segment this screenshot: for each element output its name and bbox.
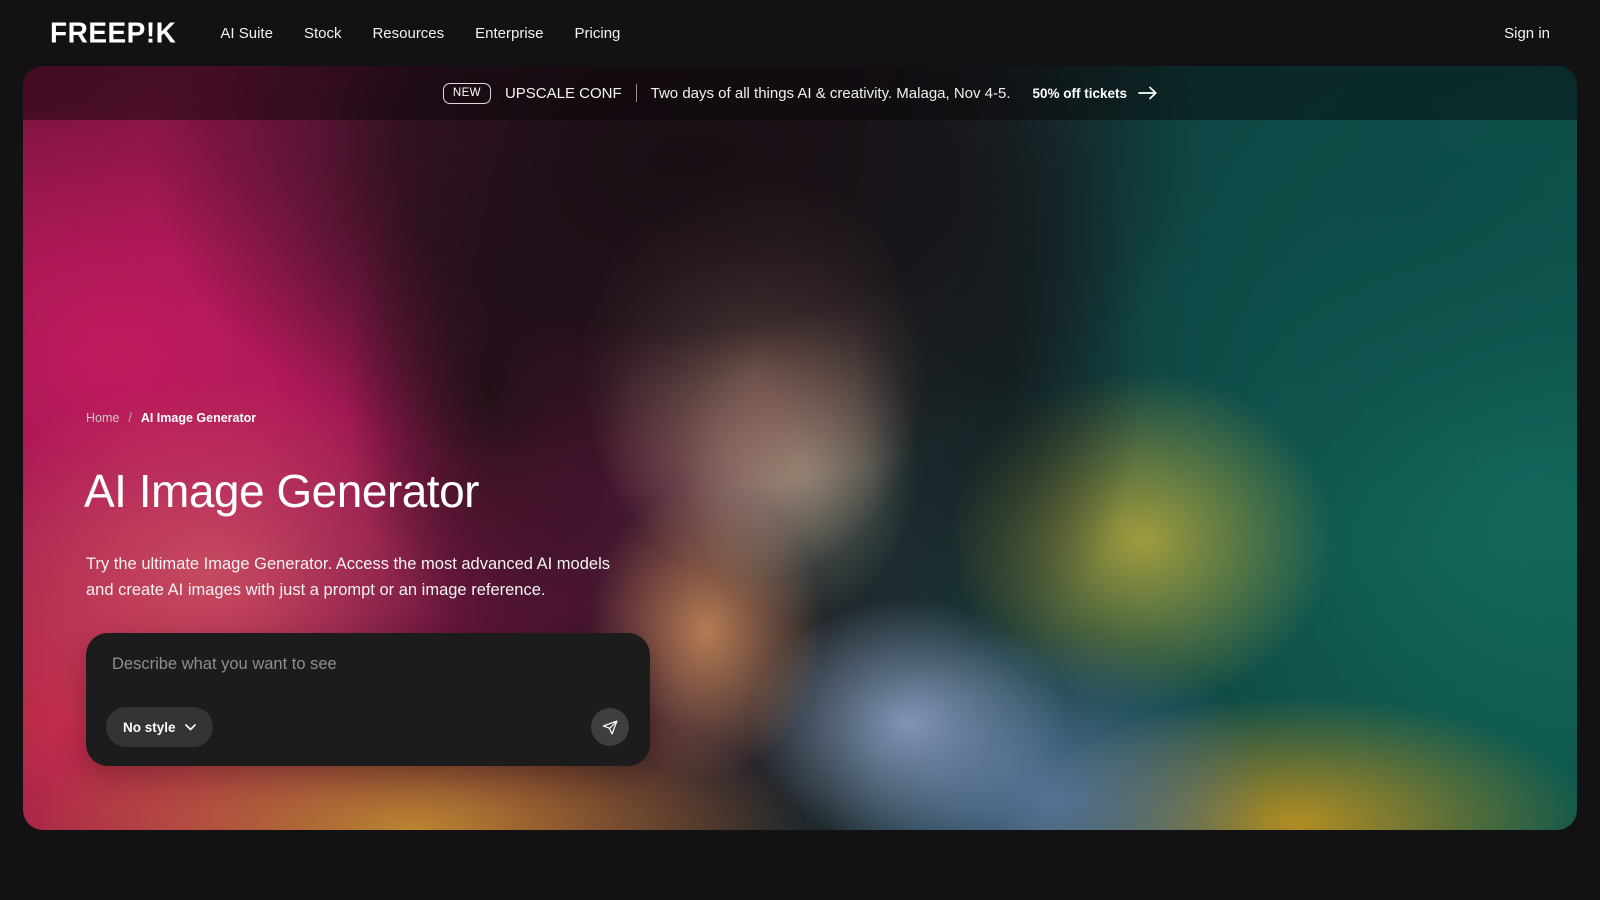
arrow-right-icon [1138, 86, 1157, 100]
banner-divider [636, 84, 637, 102]
nav-item-ai-suite[interactable]: AI Suite [220, 25, 273, 42]
hero-section: NEW UPSCALE CONF Two days of all things … [23, 66, 1577, 830]
breadcrumb-separator: / [128, 411, 131, 425]
freepik-logo[interactable]: FREEP!K [50, 16, 176, 49]
main-nav: AI Suite Stock Resources Enterprise Pric… [220, 25, 620, 42]
generate-button[interactable] [591, 708, 629, 746]
sign-in-link[interactable]: Sign in [1504, 25, 1550, 42]
send-icon [602, 719, 619, 736]
chevron-down-icon [185, 724, 196, 731]
hero-description: Try the ultimate Image Generator. Access… [86, 552, 626, 603]
new-badge: NEW [443, 83, 491, 104]
style-selector-button[interactable]: No style [106, 707, 213, 747]
breadcrumb-home[interactable]: Home [86, 411, 119, 425]
nav-item-enterprise[interactable]: Enterprise [475, 25, 543, 42]
nav-item-pricing[interactable]: Pricing [575, 25, 621, 42]
nav-item-stock[interactable]: Stock [304, 25, 342, 42]
nav-item-resources[interactable]: Resources [372, 25, 444, 42]
breadcrumb-current: AI Image Generator [141, 411, 256, 425]
top-navigation: FREEP!K AI Suite Stock Resources Enterpr… [0, 0, 1600, 66]
promo-event-name: UPSCALE CONF [505, 85, 622, 102]
breadcrumb: Home / AI Image Generator [86, 411, 256, 425]
promo-cta-link[interactable]: 50% off tickets [1033, 86, 1158, 101]
promo-cta-label: 50% off tickets [1033, 86, 1128, 101]
page-title: AI Image Generator [84, 464, 479, 518]
promo-banner[interactable]: NEW UPSCALE CONF Two days of all things … [23, 66, 1577, 120]
promo-message: Two days of all things AI & creativity. … [651, 85, 1011, 102]
prompt-input[interactable] [112, 655, 622, 703]
style-selector-label: No style [123, 720, 176, 735]
prompt-card: No style [86, 633, 650, 766]
